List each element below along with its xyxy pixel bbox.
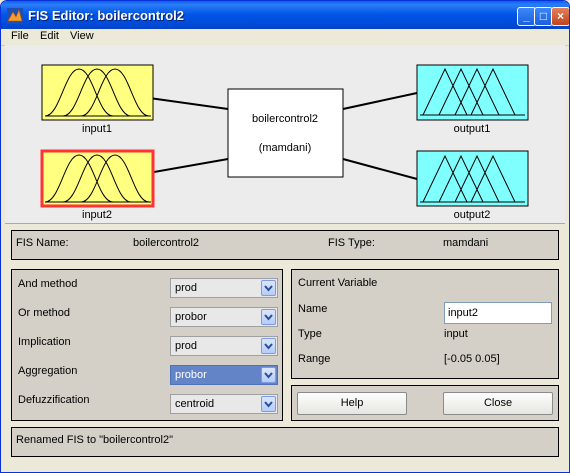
chevron-down-icon — [261, 367, 276, 383]
menu-bar: File Edit View — [1, 29, 569, 46]
fis-diagram: input1 input2 output1 output2 boilercont… — [5, 45, 565, 224]
fis-name-label: FIS Name: — [16, 237, 69, 249]
aggregation-label: Aggregation — [18, 365, 78, 377]
system-type: (mamdani) — [258, 142, 312, 154]
status-text: Renamed FIS to "boilercontrol2" — [16, 434, 173, 446]
close-button[interactable]: Close — [443, 392, 553, 415]
fis-name-value: boilercontrol2 — [133, 237, 200, 249]
output1-block[interactable] — [416, 64, 529, 121]
help-button[interactable]: Help — [297, 392, 407, 415]
chevron-down-icon — [261, 338, 276, 354]
fis-type-value: mamdani — [443, 237, 489, 249]
implication-label: Implication — [18, 336, 71, 348]
connector-output1 — [342, 92, 418, 110]
variable-type-label: Type — [298, 328, 322, 340]
variable-name-input[interactable]: input2 — [444, 302, 552, 324]
system-name: boilercontrol2 — [251, 113, 319, 125]
defuzzification-select[interactable]: centroid — [170, 394, 278, 414]
input1-block[interactable] — [41, 64, 154, 121]
variable-type-value: input — [444, 328, 468, 340]
defuzzification-label: Defuzzification — [18, 394, 90, 406]
variable-range-label: Range — [298, 353, 331, 365]
input2-block[interactable] — [40, 149, 155, 208]
fis-type-label: FIS Type: — [328, 237, 375, 249]
variable-range-value: [-0.05 0.05] — [444, 353, 500, 365]
input2-label: input2 — [82, 209, 112, 221]
matlab-icon — [7, 8, 23, 24]
title-bar[interactable]: FIS Editor: boilercontrol2 _ □ × — [1, 1, 569, 31]
fis-editor-window: FIS Editor: boilercontrol2 _ □ × File Ed… — [0, 0, 570, 473]
window-title: FIS Editor: boilercontrol2 — [28, 8, 185, 23]
methods-panel: And method prod Or method probor Implica… — [11, 269, 283, 421]
output2-label: output2 — [453, 209, 491, 221]
or-method-label: Or method — [18, 307, 70, 319]
and-method-label: And method — [18, 278, 78, 290]
input1-label: input1 — [82, 123, 112, 135]
current-variable-panel: Current Variable Name input2 Type input … — [291, 269, 559, 379]
aggregation-select[interactable]: probor — [170, 365, 278, 385]
chevron-down-icon — [261, 280, 276, 296]
menu-edit[interactable]: Edit — [40, 30, 59, 42]
output1-label: output1 — [453, 123, 491, 135]
and-method-select[interactable]: prod — [170, 278, 278, 298]
chevron-down-icon — [261, 309, 276, 325]
implication-select[interactable]: prod — [170, 336, 278, 356]
current-variable-title: Current Variable — [298, 277, 378, 289]
menu-view[interactable]: View — [70, 30, 94, 42]
output2-block[interactable] — [416, 150, 529, 207]
fis-system-box[interactable] — [227, 88, 344, 178]
connector-output2 — [342, 158, 418, 180]
variable-name-label: Name — [298, 303, 328, 315]
or-method-select[interactable]: probor — [170, 307, 278, 327]
close-window-button[interactable]: × — [551, 7, 569, 26]
status-panel: Renamed FIS to "boilercontrol2" — [11, 427, 559, 457]
menu-file[interactable]: File — [11, 30, 29, 42]
button-panel: Help Close — [291, 385, 559, 421]
fis-info-panel: FIS Name: boilercontrol2 FIS Type: mamda… — [11, 230, 559, 260]
chevron-down-icon — [261, 396, 276, 412]
